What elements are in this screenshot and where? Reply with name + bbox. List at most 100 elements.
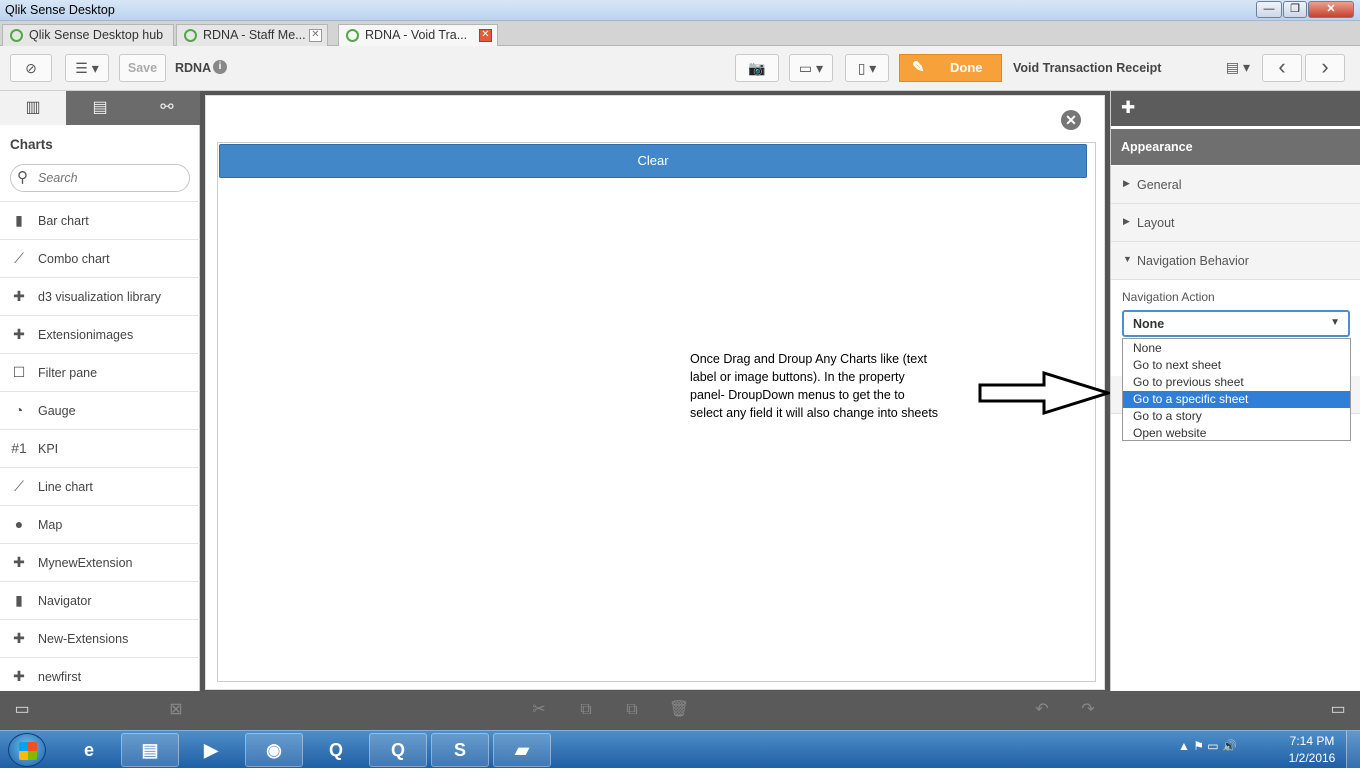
tab-fields-icon[interactable]: ▤ [67,91,133,125]
window-title-bar: Qlik Sense Desktop — ❐ ✕ [0,0,1360,21]
done-button[interactable]: ✎ Done [899,54,1002,82]
chart-item[interactable]: ✚ d3 visualization library [0,277,200,315]
bookmark-button[interactable]: ▯ ▾ [845,54,889,82]
skype-icon[interactable]: S [431,733,489,767]
redo-icon[interactable]: ↷ [1076,699,1100,721]
toggle-left-panel-icon[interactable]: ▭ [10,699,34,721]
dropdown-option[interactable]: Go to next sheet [1123,357,1350,374]
chart-item-label: Combo chart [38,252,110,266]
close-object-icon[interactable]: ✕ [1061,110,1081,130]
done-label: Done [950,60,983,75]
dropdown-option[interactable]: Open website [1123,425,1350,442]
chart-item[interactable]: #1 KPI [0,429,200,467]
chart-type-icon: ✚ [13,326,25,342]
appearance-header: Appearance [1111,129,1360,165]
annotation-text: Once Drag and Droup Any Charts like (tex… [690,352,939,420]
notes-app-icon[interactable]: ▰ [493,733,551,767]
navigation-action-dropdown[interactable]: None ▼ [1122,310,1350,337]
chart-item-label: MynewExtension [38,556,133,570]
navigation-action-options: None Go to next sheet Go to previous sheet… [1122,338,1351,441]
dropdown-option[interactable]: Go to a story [1123,408,1350,425]
windows-logo-icon [19,742,37,760]
system-tray-icons[interactable]: ▲ ⚑ ▭ 🔊 [1178,739,1237,761]
search-input[interactable] [38,169,183,187]
present-button[interactable]: ▭ ▾ [789,54,833,82]
qlik-sense-icon[interactable]: Q [369,733,427,767]
assets-panel-tabs: ▥ ▤ ⚯ [0,91,200,125]
chrome-icon[interactable]: ◉ [245,733,303,767]
chart-item[interactable]: ☐ Filter pane [0,353,200,391]
delete-icon[interactable]: 🗑 [667,699,691,721]
previous-sheet-button[interactable]: ‹ [1262,54,1302,82]
info-icon[interactable]: i [213,60,227,74]
close-tab-icon[interactable]: ✕ [309,29,322,42]
sheets-menu-button[interactable]: ▤ ▾ [1218,54,1258,82]
save-button[interactable]: Save [119,54,166,82]
section-navigation-behavior[interactable]: ▼ Navigation Behavior [1111,242,1360,280]
window-title: Qlik Sense Desktop [5,3,115,17]
section-general[interactable]: ▶ General [1111,166,1360,204]
undo-icon[interactable]: ↶ [1030,699,1054,721]
maximize-button[interactable]: ❐ [1283,1,1307,18]
copy-icon[interactable]: ⧉ [574,699,598,721]
expand-triangle-icon: ▶ [1123,216,1130,226]
file-explorer-icon[interactable]: ▤ [121,733,179,767]
cut-icon[interactable]: ✂ [527,699,551,721]
browser-tab-bar: Qlik Sense Desktop hub RDNA - Staff Me..… [0,21,1360,47]
chart-item[interactable]: ▮ Bar chart [0,201,200,239]
chart-item[interactable]: ⟋ Combo chart [0,239,200,277]
tab-hub[interactable]: Qlik Sense Desktop hub [2,24,174,46]
internet-explorer-icon[interactable]: e [60,733,118,767]
minimize-button[interactable]: — [1256,1,1282,18]
dropdown-option[interactable]: None [1123,340,1350,357]
search-box[interactable]: ⚲ [10,164,190,192]
formula-icon[interactable]: ⊠ [164,699,188,721]
object-frame[interactable] [217,142,1096,682]
section-label: Navigation Behavior [1137,254,1249,268]
tab-label: RDNA - Void Tra... [365,28,468,42]
windows-taskbar: e ▤ ▶ ◉ Q Q S ▰ ▲ ⚑ ▭ 🔊 7:14 PM 1/2/2016 [0,730,1360,769]
chart-item[interactable]: ▮ Navigator [0,581,200,619]
show-desktop-button[interactable] [1346,731,1360,769]
assets-panel: ▥ ▤ ⚯ Charts ⚲ ▮ Bar chart ⟋ Combo chart ✚ d3… [0,91,200,691]
section-label: General [1137,178,1182,192]
chart-item-label: Bar chart [38,214,89,228]
start-button[interactable] [8,733,46,767]
clear-button[interactable]: Clear [219,144,1087,178]
dropdown-option[interactable]: Go to a specific sheet [1123,391,1350,408]
chart-item[interactable]: ● Map [0,505,200,543]
tab-master-items-icon[interactable]: ⚯ [134,91,200,125]
close-tab-icon[interactable]: ✕ [479,29,492,42]
chart-item[interactable]: ✚ New-Extensions [0,619,200,657]
navigation-compass-button[interactable]: ⊘ [10,54,52,82]
tab-staff[interactable]: RDNA - Staff Me... ✕ [176,24,328,46]
tab-label: RDNA - Staff Me... [203,28,306,42]
snapshot-camera-button[interactable]: 📷 [735,54,779,82]
chart-type-icon: ✚ [13,554,25,570]
chart-type-icon: ☐ [12,364,26,380]
close-window-button[interactable]: ✕ [1308,1,1354,18]
charts-heading: Charts [10,137,53,152]
section-label: Layout [1137,216,1175,230]
tab-charts-icon[interactable]: ▥ [0,91,66,125]
qlik-icon [10,29,23,42]
toggle-right-panel-icon[interactable]: ▭ [1326,699,1350,721]
qlikview-icon[interactable]: Q [307,733,365,767]
section-layout[interactable]: ▶ Layout [1111,204,1360,242]
chart-item[interactable]: ✚ newfirst [0,657,200,695]
media-player-icon[interactable]: ▶ [182,733,240,767]
chart-item[interactable]: ✚ Extensionimages [0,315,200,353]
next-sheet-button[interactable]: › [1305,54,1345,82]
chart-item-label: Map [38,518,63,532]
chart-item[interactable]: ◔ Gauge [0,391,200,429]
clock-date[interactable]: 1/2/2016 [1283,751,1341,765]
chart-item[interactable]: ✚ MynewExtension [0,543,200,581]
paste-icon[interactable]: ⧉ [620,699,644,721]
dropdown-option[interactable]: Go to previous sheet [1123,374,1350,391]
chart-item[interactable]: ⟋ Line chart [0,467,200,505]
tab-void-transaction[interactable]: RDNA - Void Tra... ✕ [338,24,498,47]
clock-time[interactable]: 7:14 PM [1287,734,1337,748]
chart-type-icon: ✚ [13,630,25,646]
global-menu-button[interactable]: ☰ ▾ [65,54,109,82]
chart-item-label: d3 visualization library [38,290,161,304]
